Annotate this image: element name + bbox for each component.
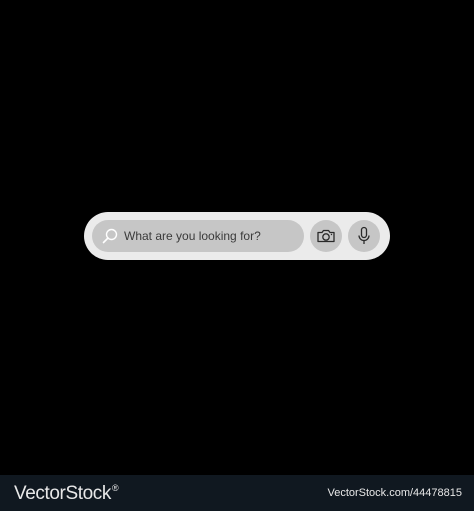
brand-registered-mark: ®	[111, 483, 119, 493]
voice-search-button[interactable]	[348, 220, 380, 252]
image-reference: VectorStock.com/44478815	[327, 487, 462, 499]
vectorstock-logo: VectorStock®	[14, 483, 119, 505]
microphone-icon	[358, 226, 370, 244]
camera-icon	[317, 229, 335, 243]
camera-search-button[interactable]	[310, 220, 342, 252]
watermark-footer: VectorStock® VectorStock.com/44478815	[0, 475, 474, 511]
search-input[interactable]	[124, 220, 300, 252]
search-field[interactable]	[92, 220, 304, 252]
brand-name: VectorStock	[14, 483, 111, 504]
search-bar	[84, 212, 390, 260]
search-icon	[102, 228, 118, 244]
